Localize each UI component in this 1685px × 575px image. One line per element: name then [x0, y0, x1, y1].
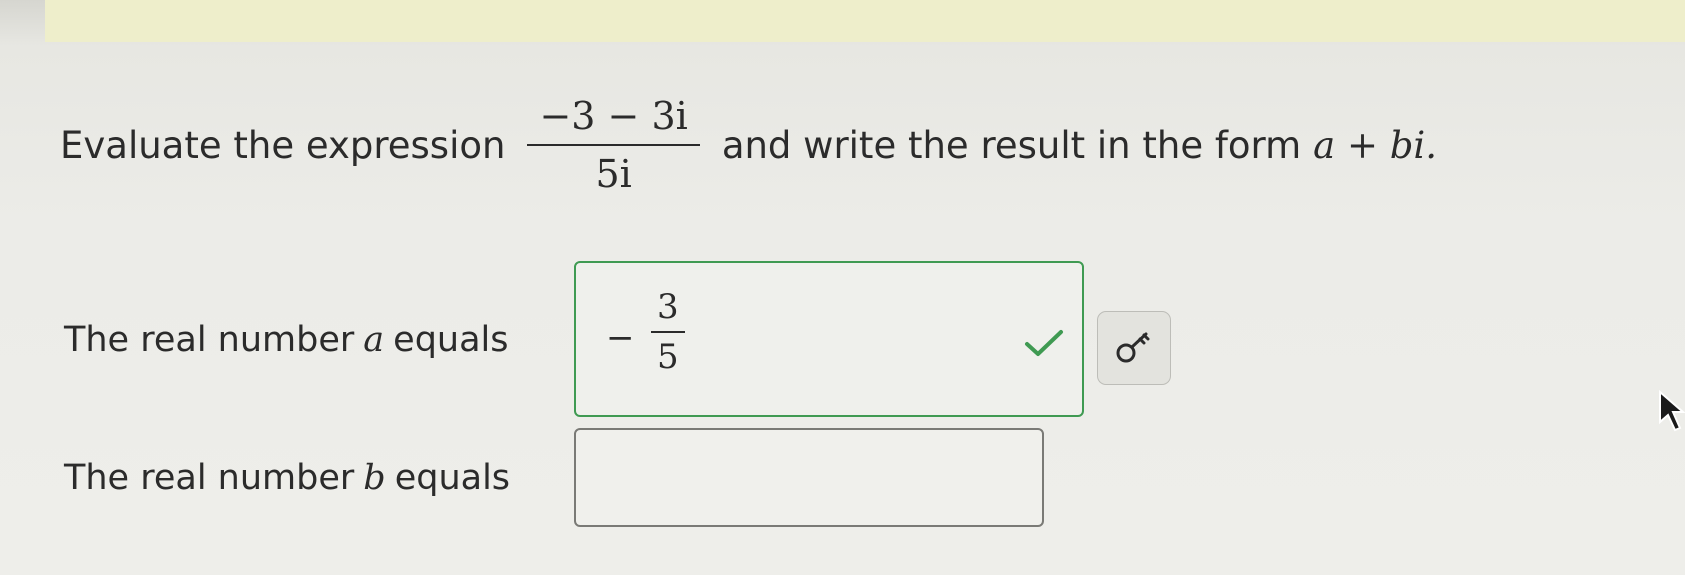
answer-a-sign: −: [606, 318, 635, 358]
part-b-label-before: The real number: [64, 458, 355, 498]
part-a-label-after: equals: [393, 320, 509, 360]
part-a-label-before: The real number: [64, 320, 355, 360]
expression-fraction: −3 − 3i 5i: [527, 94, 700, 196]
question-form: a + bi.: [1313, 123, 1438, 167]
question-text: Evaluate the expression −3 − 3i 5i and w…: [60, 70, 1437, 220]
expression-denominator: 5i: [595, 152, 632, 196]
question-middle: and write the result in the form: [721, 123, 1302, 167]
answer-a-fraction: 3 5: [651, 287, 685, 377]
check-icon: [1025, 330, 1063, 356]
answer-b-field[interactable]: [574, 428, 1044, 527]
part-a-label: The real number a equals: [64, 260, 509, 420]
part-b-label: The real number b equals: [64, 428, 510, 528]
answer-a-denominator: 5: [657, 337, 679, 377]
key-icon: [1116, 332, 1150, 363]
top-banner: [45, 0, 1685, 42]
answer-a-field[interactable]: − 3 5: [574, 261, 1084, 417]
part-b-variable: b: [363, 458, 386, 498]
part-b-label-after: equals: [394, 458, 511, 498]
mouse-cursor-icon: [1659, 390, 1685, 432]
answer-a-numerator: 3: [651, 287, 685, 333]
key-help-button[interactable]: [1097, 311, 1171, 385]
expression-numerator: −3 − 3i: [527, 94, 700, 146]
question-prefix: Evaluate the expression: [60, 123, 506, 167]
part-a-variable: a: [363, 320, 385, 360]
